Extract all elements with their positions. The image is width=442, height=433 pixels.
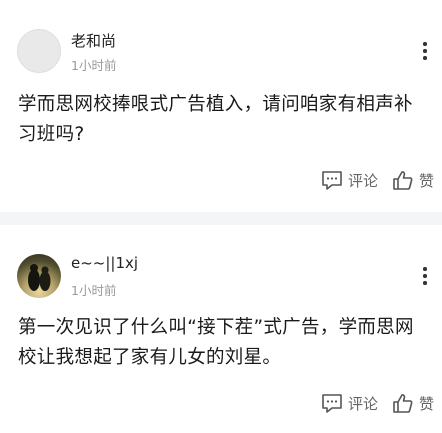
divider	[0, 212, 442, 225]
comment-button[interactable]: 评论	[321, 393, 378, 414]
like-icon	[393, 170, 413, 190]
like-label: 赞	[418, 171, 434, 190]
penguin-avatar-image	[28, 264, 51, 291]
like-button[interactable]: 赞	[392, 393, 434, 414]
comment-button[interactable]: 评论	[321, 170, 378, 191]
avatar[interactable]	[17, 29, 61, 73]
timestamp: 1小时前	[71, 58, 117, 73]
more-options-icon[interactable]	[422, 267, 428, 285]
comment-icon	[322, 394, 342, 413]
comment-text: 第一次见识了什么叫“接下茬”式广告，学而思网校让我想起了家有儿女的刘星。	[18, 317, 414, 368]
comment-label: 评论	[347, 171, 378, 190]
like-icon	[393, 393, 413, 413]
comment-item: e~~||1xj 1小时前 第一次见识了什么叫“接下茬”式广告，学而思网校让我想…	[0, 225, 442, 433]
comment-label: 评论	[347, 394, 378, 413]
like-button[interactable]: 赞	[392, 170, 434, 191]
comment-item: 老和尚 1小时前 学而思网校捧哏式广告植入，请问咱家有相声补习班吗? 评论 赞	[0, 0, 442, 212]
like-label: 赞	[418, 394, 434, 413]
comment-actions: 评论 赞	[307, 389, 434, 417]
more-options-icon[interactable]	[422, 42, 428, 60]
timestamp: 1小时前	[71, 283, 117, 298]
comment-actions: 评论 赞	[307, 166, 434, 194]
comment-text: 学而思网校捧哏式广告植入，请问咱家有相声补习班吗?	[18, 94, 413, 145]
username[interactable]: 老和尚	[71, 30, 116, 51]
avatar[interactable]	[17, 254, 61, 298]
comment-icon	[322, 171, 342, 190]
username[interactable]: e~~||1xj	[71, 254, 138, 272]
